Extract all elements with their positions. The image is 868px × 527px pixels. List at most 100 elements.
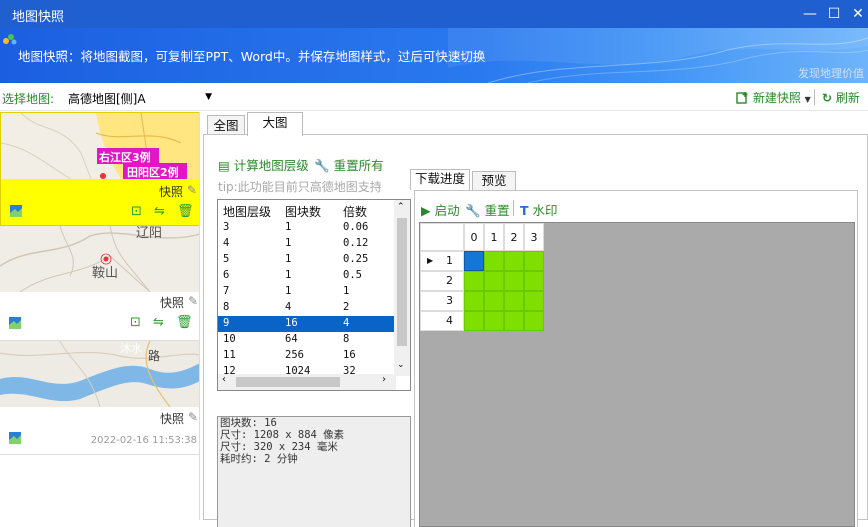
play-icon: ▶	[421, 203, 431, 218]
watermark-button[interactable]: T 水印	[520, 200, 558, 219]
grid-row-header: 3	[420, 291, 464, 311]
toolbar-divider	[814, 89, 815, 105]
close-button[interactable]: ✕	[848, 4, 868, 24]
map-type-icon	[10, 205, 22, 217]
tab-large-map[interactable]: 大图	[247, 112, 303, 136]
info-box: 图块数: 16 尺寸: 1208 x 884 像素 尺寸: 320 x 234 …	[217, 416, 411, 527]
grid-cell-done[interactable]	[504, 311, 524, 331]
app-logo-icon	[3, 34, 17, 45]
dropdown-arrow-icon[interactable]: ▼	[805, 95, 811, 104]
main-panel: 全图 大图 ▤ 计算地图层级 🔧 重置所有 tip:此功能目前只高德地图支持 地…	[203, 112, 868, 527]
grid-cell-done[interactable]	[524, 311, 544, 331]
vertical-scrollbar[interactable]: ⌃ ⌄	[394, 200, 410, 376]
table-row[interactable]: 10 64 8	[218, 332, 394, 348]
reset-all-button[interactable]: 🔧 重置所有	[314, 155, 384, 174]
grid-cell-done[interactable]	[484, 311, 504, 331]
table-row[interactable]: 5 1 0.25	[218, 252, 394, 268]
grid-cell-active[interactable]	[464, 251, 484, 271]
table-cell: 10	[223, 333, 236, 345]
grid-row-label: 3	[446, 294, 453, 307]
grid-cell-done[interactable]	[484, 291, 504, 311]
scroll-thumb[interactable]	[397, 218, 407, 346]
grid-cell-done[interactable]	[484, 251, 504, 271]
snapshot-thumbnail[interactable]: 右江区3例 田阳区2例	[1, 113, 199, 179]
map-select-value: 高德地图[侧]A	[68, 92, 146, 106]
scroll-thumb[interactable]	[236, 377, 340, 387]
grid-row-header: 1 ▶	[420, 251, 464, 271]
snapshot-thumbnail[interactable]: 沐水 路	[0, 341, 199, 407]
snapshot-thumbnail[interactable]: 辽阳 鞍山	[0, 226, 199, 292]
grid-cell-done[interactable]	[464, 271, 484, 291]
wrench-icon: 🔧	[314, 158, 330, 173]
table-row[interactable]: 4 1 0.12	[218, 236, 394, 252]
table-cell: 1	[285, 221, 292, 233]
snapshot-date: 2022-02-16 11:53:38	[90, 435, 197, 446]
grid-cell-done[interactable]	[464, 311, 484, 331]
watermark-label: 水印	[532, 203, 558, 218]
maximize-button[interactable]: ☐	[824, 4, 844, 24]
delete-icon[interactable]: 🗑	[176, 315, 193, 330]
grid-cell-done[interactable]	[524, 271, 544, 291]
map-type-icon	[9, 432, 21, 444]
snapshot-card[interactable]: 右江区3例 田阳区2例 快照 ✎ ⊡ ⇋ 🗑	[0, 112, 199, 226]
table-row[interactable]: 6 1 0.5	[218, 268, 394, 284]
grid-row-label: 2	[446, 274, 453, 287]
table-row[interactable]: 8 4 2	[218, 300, 394, 316]
grid-cell-done[interactable]	[504, 251, 524, 271]
scroll-up-icon[interactable]: ⌃	[397, 202, 405, 212]
start-button[interactable]: ▶ 启动	[421, 200, 460, 219]
switch-icon[interactable]: ⇋	[154, 204, 165, 219]
banner-description: 地图快照：将地图截图，可复制至PPT、Word中。并保存地图样式，过后可快速切换	[18, 49, 486, 64]
new-snapshot-label: 新建快照	[752, 91, 801, 105]
reset-button[interactable]: 🔧 重置	[465, 200, 510, 219]
grid-cell-done[interactable]	[504, 271, 524, 291]
table-row[interactable]: 3 1 0.06	[218, 220, 394, 236]
large-map-tab-page: ▤ 计算地图层级 🔧 重置所有 tip:此功能目前只高德地图支持 地图层级 图块…	[203, 134, 868, 527]
grid-cell-done[interactable]	[524, 251, 544, 271]
scroll-right-icon[interactable]: ›	[382, 374, 386, 385]
table-row[interactable]: 11 256 16	[218, 348, 394, 364]
map-city-label: 鞍山	[92, 266, 119, 281]
tile-grid[interactable]: 0 1 2 3 1 ▶ 2 3 4	[419, 222, 855, 527]
grid-cell-done[interactable]	[524, 291, 544, 311]
grid-row-label: 1	[446, 254, 453, 267]
grid-column-header: 1	[484, 223, 504, 251]
view-icon[interactable]: ⊡	[130, 315, 141, 330]
grid-cell-done[interactable]	[484, 271, 504, 291]
minimize-button[interactable]: —	[800, 4, 820, 24]
reset-all-label: 重置所有	[333, 158, 384, 173]
snapshot-card[interactable]: 沐水 路 快照 ✎ 2022-02-16 11:53:38	[0, 341, 199, 455]
levels-table[interactable]: 地图层级 图块数 倍数 3 1 0.06 4 1 0.12 5 1 0.25 6 1 0.5 7 1 1 8 4…	[217, 199, 411, 391]
edit-pencil-icon[interactable]: ✎	[188, 294, 198, 308]
edit-pencil-icon[interactable]: ✎	[188, 410, 198, 424]
tab-preview[interactable]: 预览	[472, 171, 516, 190]
snapshot-label: 快照	[158, 185, 183, 199]
table-cell: 8	[223, 301, 230, 313]
table-row[interactable]: 7 1 1	[218, 284, 394, 300]
edit-pencil-icon[interactable]: ✎	[187, 183, 197, 197]
table-cell: 4	[285, 301, 292, 313]
delete-icon[interactable]: 🗑	[177, 204, 194, 219]
horizontal-scrollbar[interactable]: ‹ ›	[218, 374, 396, 390]
info-size-px: 尺寸: 1208 x 884 像素	[220, 429, 345, 441]
view-icon[interactable]: ⊡	[131, 204, 142, 219]
scroll-down-icon[interactable]: ⌄	[397, 360, 405, 370]
grid-cell-done[interactable]	[504, 291, 524, 311]
tab-full-map[interactable]: 全图	[207, 115, 245, 135]
tab-download-progress[interactable]: 下载进度	[410, 169, 470, 190]
grid-row-header: 4	[420, 311, 464, 331]
grid-cell-done[interactable]	[464, 291, 484, 311]
switch-icon[interactable]: ⇋	[153, 315, 164, 330]
map-select[interactable]: 高德地图[侧]A ▼	[64, 88, 216, 108]
refresh-button[interactable]: ↻ 刷新	[822, 89, 860, 106]
column-header: 地图层级	[223, 205, 272, 219]
table-cell: 6	[223, 269, 230, 281]
new-snapshot-button[interactable]: 新建快照 ▼	[736, 89, 811, 106]
table-cell: 4	[223, 237, 230, 249]
scroll-left-icon[interactable]: ‹	[222, 374, 226, 385]
table-row[interactable]: 9 16 4	[218, 316, 394, 332]
table-cell: 256	[285, 349, 304, 361]
calc-levels-button[interactable]: ▤ 计算地图层级	[218, 155, 309, 174]
info-size-mm: 尺寸: 320 x 234 毫米	[220, 441, 338, 453]
snapshot-card[interactable]: 辽阳 鞍山 快照 ✎ ⊡ ⇋ 🗑	[0, 226, 199, 341]
